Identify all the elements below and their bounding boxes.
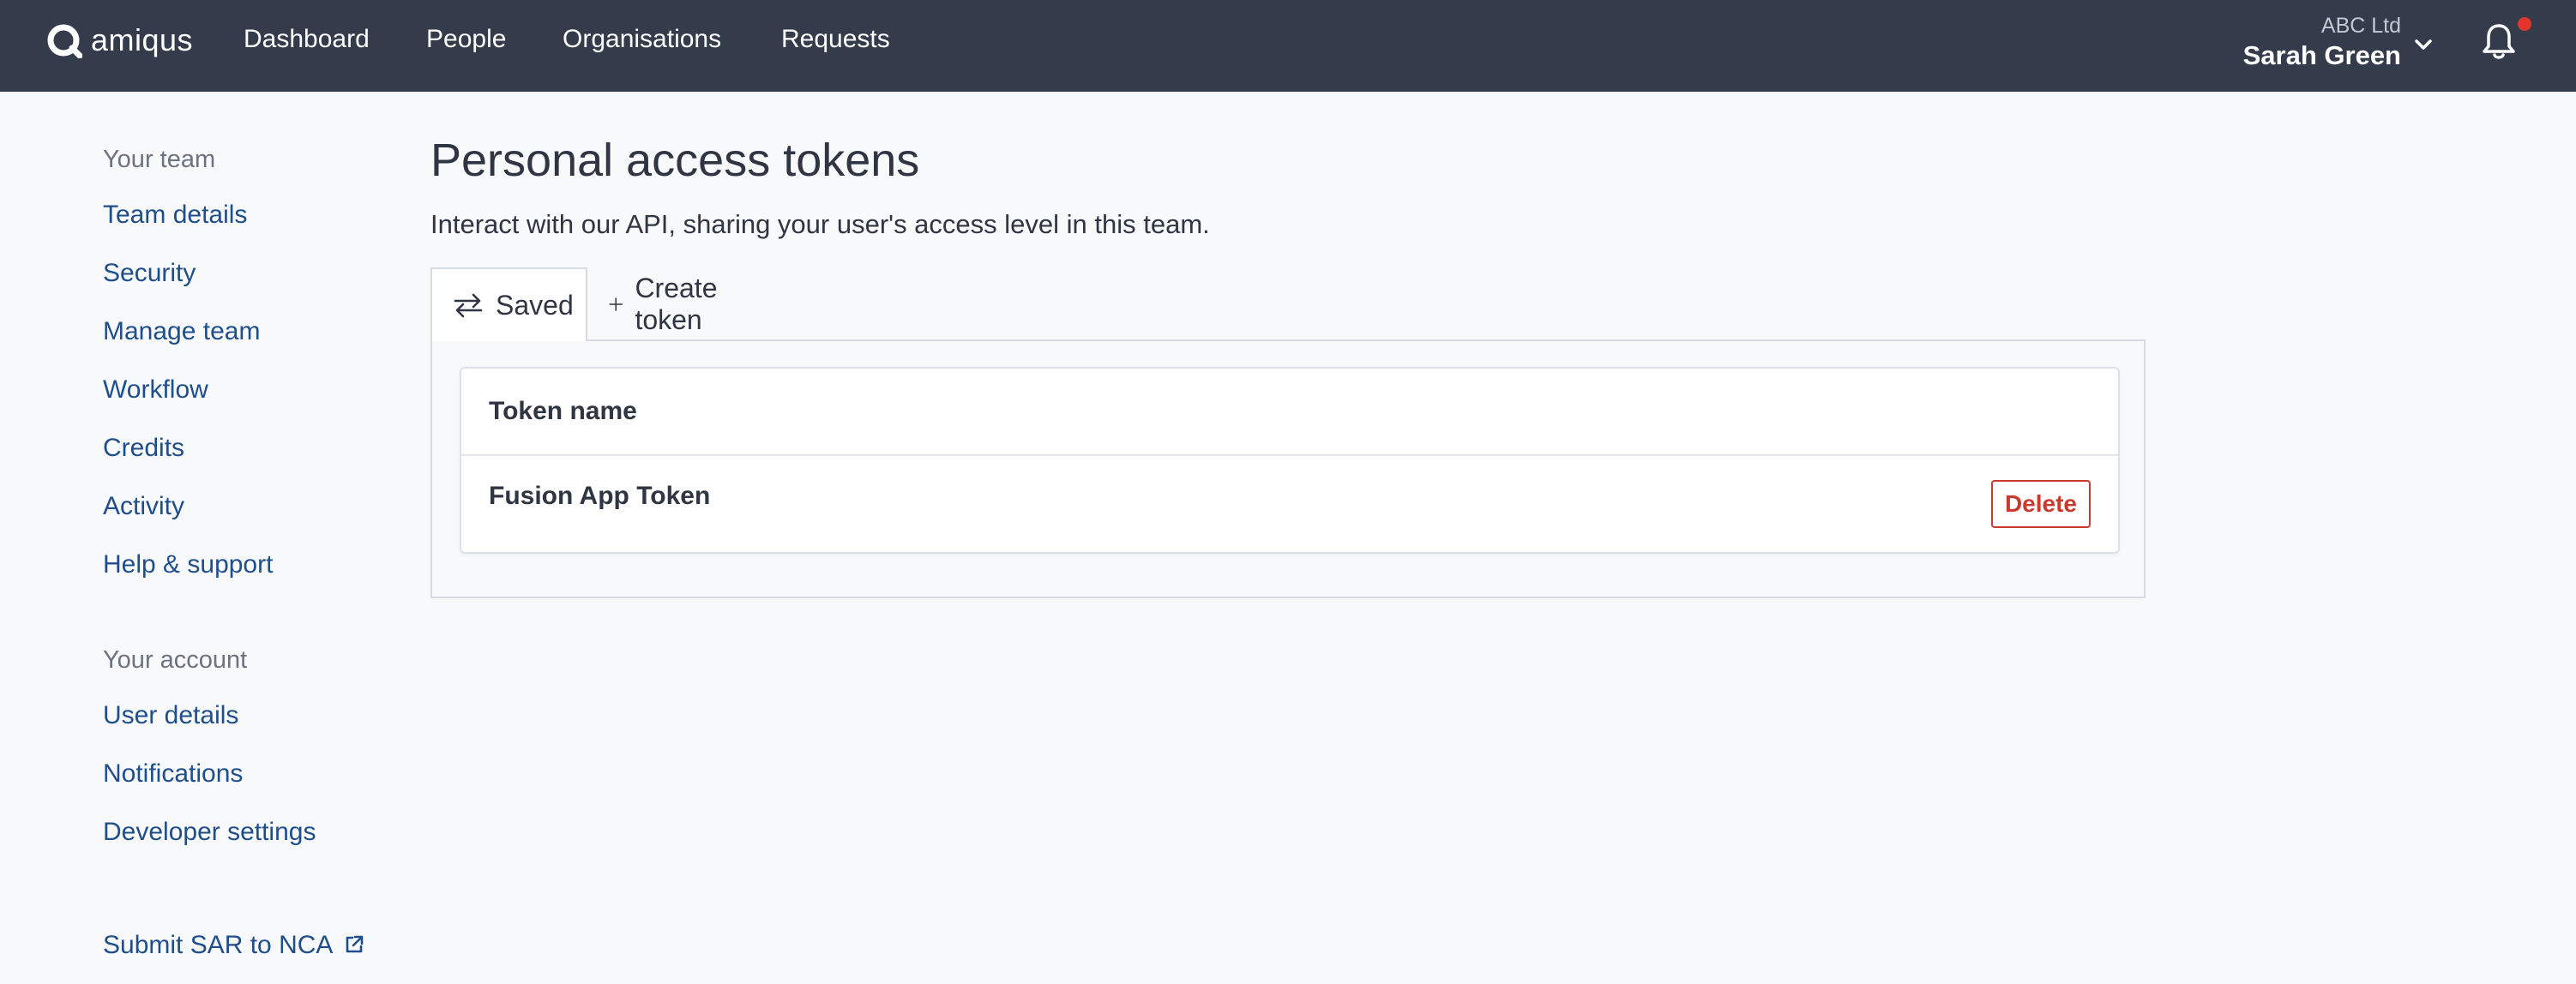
brand-name: amiqus [91, 22, 194, 57]
tab-create-token-label: Create token [635, 273, 718, 335]
tab-saved[interactable]: Saved [430, 267, 587, 341]
top-navigation-bar: amiqus Dashboard People Organisations Re… [0, 0, 2576, 92]
chevron-down-icon [2415, 39, 2432, 50]
page-title: Personal access tokens [430, 135, 920, 186]
nav-people[interactable]: People [426, 25, 506, 54]
column-header-token-name: Token name [489, 397, 637, 425]
nav-dashboard[interactable]: Dashboard [244, 25, 370, 54]
sidebar-item-notifications[interactable]: Notifications [103, 759, 243, 789]
account-user: Sarah Green [2242, 40, 2401, 70]
notifications-bell-icon[interactable] [2480, 21, 2518, 62]
sidebar-item-credits[interactable]: Credits [103, 434, 184, 463]
plus-icon [609, 297, 623, 311]
sidebar-heading-account: Your account [103, 646, 248, 674]
table-row: Fusion App Token Delete [461, 456, 2118, 552]
account-switcher[interactable]: ABC Ltd Sarah Green [2243, 12, 2437, 72]
sidebar-item-user-details[interactable]: User details [103, 701, 238, 730]
tokens-table: Token name Fusion App Token Delete [460, 367, 2120, 554]
tab-create-token[interactable]: Create token [609, 267, 727, 341]
account-org: ABC Ltd [2320, 14, 2401, 38]
nav-organisations[interactable]: Organisations [563, 25, 721, 54]
sidebar-item-team-details[interactable]: Team details [103, 201, 247, 230]
sidebar-heading-team: Your team [103, 146, 216, 173]
swap-arrows-icon [454, 293, 483, 318]
sidebar-item-help-support[interactable]: Help & support [103, 550, 273, 579]
brand-logo[interactable]: amiqus [46, 22, 193, 58]
notification-badge [2518, 17, 2531, 31]
tab-saved-label: Saved [496, 289, 574, 321]
sidebar-item-manage-team[interactable]: Manage team [103, 317, 260, 346]
token-name: Fusion App Token [489, 482, 711, 510]
delete-token-button[interactable]: Delete [1990, 480, 2091, 528]
sidebar-item-workflow[interactable]: Workflow [103, 375, 208, 405]
page-subtitle: Interact with our API, sharing your user… [430, 209, 1210, 239]
external-link-icon [346, 935, 364, 953]
sidebar-item-submit-sar[interactable]: Submit SAR to NCA [103, 931, 365, 960]
nav-requests[interactable]: Requests [781, 25, 890, 54]
tab-panel-saved: Token name Fusion App Token Delete [430, 339, 2146, 598]
amiqus-logo-icon [47, 24, 82, 58]
sidebar-item-developer-settings[interactable]: Developer settings [103, 818, 316, 847]
sidebar-item-submit-sar-label: Submit SAR to NCA [103, 931, 334, 959]
sidebar-item-security[interactable]: Security [103, 259, 196, 288]
table-header: Token name [461, 369, 2118, 456]
sidebar-item-activity[interactable]: Activity [103, 492, 184, 521]
